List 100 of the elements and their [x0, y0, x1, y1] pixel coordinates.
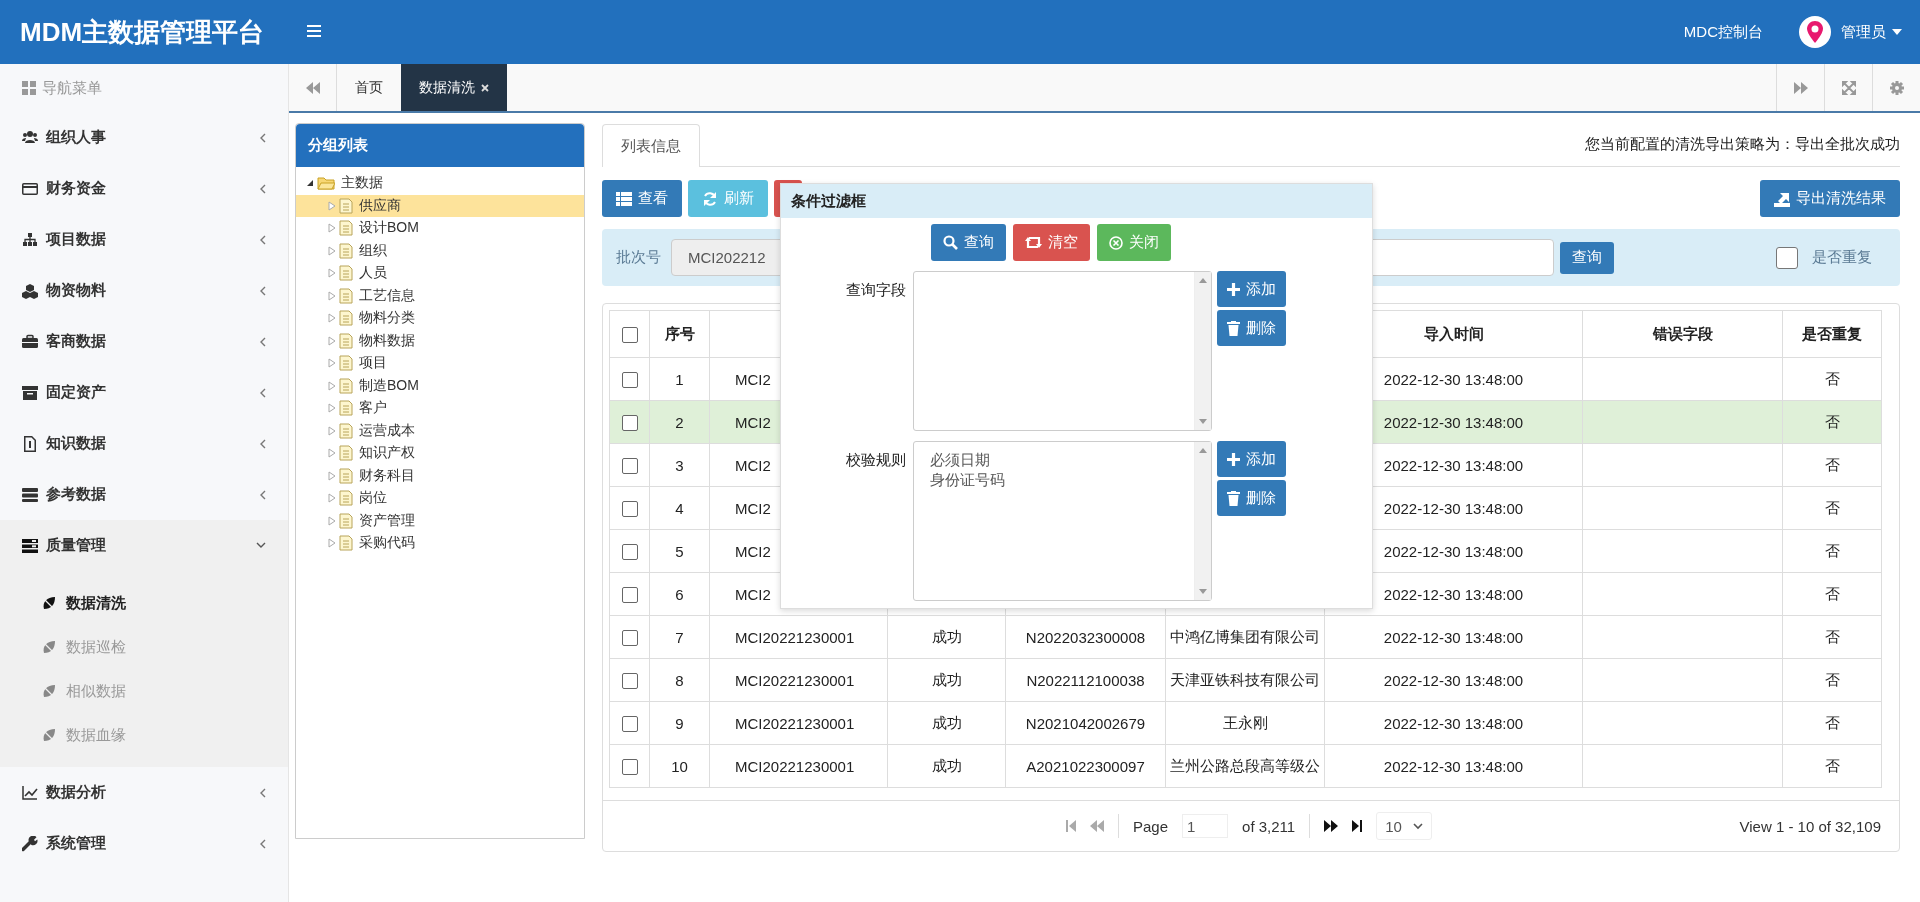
checkbox[interactable]	[621, 372, 638, 388]
expand-triangle-icon	[328, 223, 336, 234]
refresh-icon	[702, 190, 718, 207]
nav-item[interactable]: 知识数据	[0, 418, 288, 469]
tree-item[interactable]: 岗位	[296, 487, 584, 510]
expand-triangle-icon	[328, 380, 336, 391]
nav-item[interactable]: 财务资金	[0, 163, 288, 214]
tree-item[interactable]: 人员	[296, 262, 584, 285]
clear-button[interactable]: 清空	[1013, 224, 1090, 261]
nav-item[interactable]: 参考数据	[0, 469, 288, 520]
column-header[interactable]: 是否重复	[1782, 310, 1882, 358]
circle-x-icon	[1109, 235, 1123, 250]
leaf-icon	[42, 684, 56, 698]
tree-item[interactable]: 主数据	[296, 172, 584, 195]
avatar[interactable]	[1799, 16, 1831, 48]
tree-item[interactable]: 项目	[296, 352, 584, 375]
chevron-left-icon	[259, 438, 266, 449]
console-link[interactable]: MDC控制台	[1683, 22, 1763, 42]
page-tab[interactable]: 首页	[337, 64, 401, 111]
checkbox[interactable]	[621, 415, 638, 431]
export-button[interactable]: 导出清洗结果	[1760, 180, 1900, 217]
checkbox[interactable]	[621, 587, 638, 603]
checkbox[interactable]	[621, 716, 638, 732]
nav-item[interactable]: 项目数据	[0, 214, 288, 265]
list-box[interactable]: 必须日期 身份证号码	[913, 441, 1212, 601]
submenu-item[interactable]: 数据清洗	[0, 581, 288, 625]
table-cell: 否	[1782, 443, 1882, 487]
view-button[interactable]: 查看	[602, 180, 682, 217]
column-header[interactable]: 错误字段	[1582, 310, 1783, 358]
table-cell: 2022-12-30 13:48:00	[1324, 701, 1583, 745]
table-cell: 否	[1782, 701, 1882, 745]
add-button[interactable]: 添加	[1217, 271, 1286, 307]
nav-item[interactable]: 客商数据	[0, 316, 288, 367]
nav-item[interactable]: 物资物料	[0, 265, 288, 316]
expand-triangle-icon	[328, 515, 336, 526]
plus-icon	[1227, 452, 1240, 466]
tree-item[interactable]: 客户	[296, 397, 584, 420]
page-field[interactable]: 1	[1182, 814, 1229, 838]
tree-item[interactable]: 物料数据	[296, 329, 584, 352]
expand-triangle-icon	[328, 403, 336, 414]
users-icon	[22, 129, 38, 146]
column-header[interactable]: 序号	[649, 310, 710, 358]
checkbox[interactable]	[621, 673, 638, 689]
checkbox[interactable]	[621, 544, 638, 560]
add-button[interactable]: 添加	[1217, 441, 1286, 477]
field-label: 批次号	[616, 248, 661, 267]
trash-icon	[1227, 320, 1240, 336]
checkbox[interactable]	[621, 759, 638, 775]
search-button[interactable]: 查询	[1559, 241, 1614, 274]
page-size-select[interactable]: 10	[1376, 812, 1433, 840]
tree-item[interactable]: 组织	[296, 239, 584, 262]
delete-button[interactable]: 删除	[1217, 310, 1286, 346]
tree-item[interactable]: 资产管理	[296, 509, 584, 532]
tree-item[interactable]: 设计BOM	[296, 217, 584, 240]
table-cell: MCI20221230001	[709, 744, 888, 788]
expand-triangle-icon	[328, 335, 336, 346]
menu-icon[interactable]	[307, 25, 321, 37]
nav-item[interactable]: 系统管理	[0, 818, 288, 869]
checkbox[interactable]	[621, 501, 638, 517]
last-page-icon[interactable]	[1352, 820, 1363, 832]
table-cell: 否	[1782, 744, 1882, 788]
tree-item[interactable]: 运营成本	[296, 419, 584, 442]
nav-item[interactable]: 组织人事	[0, 112, 288, 163]
delete-button[interactable]: 删除	[1217, 480, 1286, 516]
table-cell: 5	[649, 529, 710, 573]
double-right-icon	[1793, 81, 1808, 94]
table-cell: 2022-12-30 13:48:00	[1324, 658, 1583, 702]
table-cell: 王永刚	[1165, 701, 1325, 745]
list-option[interactable]: 身份证号码	[930, 470, 1178, 490]
nav-item[interactable]: 质量管理	[0, 520, 288, 571]
tree-item[interactable]: 供应商	[296, 194, 584, 217]
document-icon	[339, 535, 353, 552]
document-icon	[339, 355, 353, 372]
table-cell: MCI20221230001	[709, 615, 888, 659]
chevron-left-icon	[259, 489, 266, 500]
checkbox[interactable]	[1776, 246, 1798, 269]
strategy-note: 您当前配置的清洗导出策略为：导出全批次成功	[1585, 135, 1900, 154]
tree-item[interactable]: 工艺信息	[296, 284, 584, 307]
nav-item[interactable]: 数据分析	[0, 767, 288, 818]
document-icon	[339, 287, 353, 304]
tree-item[interactable]: 知识产权	[296, 442, 584, 465]
tree-item[interactable]: 财务科目	[296, 464, 584, 487]
nav-item[interactable]: 固定资产	[0, 367, 288, 418]
table-cell: 4	[649, 486, 710, 530]
checkbox[interactable]	[621, 327, 638, 343]
user-name[interactable]: 管理员	[1841, 22, 1886, 42]
close-icon[interactable]	[481, 83, 489, 92]
table-cell: 1	[649, 357, 710, 401]
tree-item[interactable]: 物料分类	[296, 307, 584, 330]
tree-item[interactable]: 制造BOM	[296, 374, 584, 397]
checkbox[interactable]	[621, 630, 638, 646]
tree-item[interactable]: 采购代码	[296, 532, 584, 555]
content-tab[interactable]: 列表信息	[602, 124, 700, 167]
list-option[interactable]: 必须日期	[930, 450, 1178, 470]
caret-icon[interactable]	[1892, 29, 1902, 35]
page-tab[interactable]: 数据清洗	[401, 64, 507, 111]
document-icon	[339, 265, 353, 282]
search-button[interactable]: 查询	[931, 224, 1006, 261]
next-page-icon[interactable]	[1324, 820, 1339, 832]
checkbox[interactable]	[621, 458, 638, 474]
